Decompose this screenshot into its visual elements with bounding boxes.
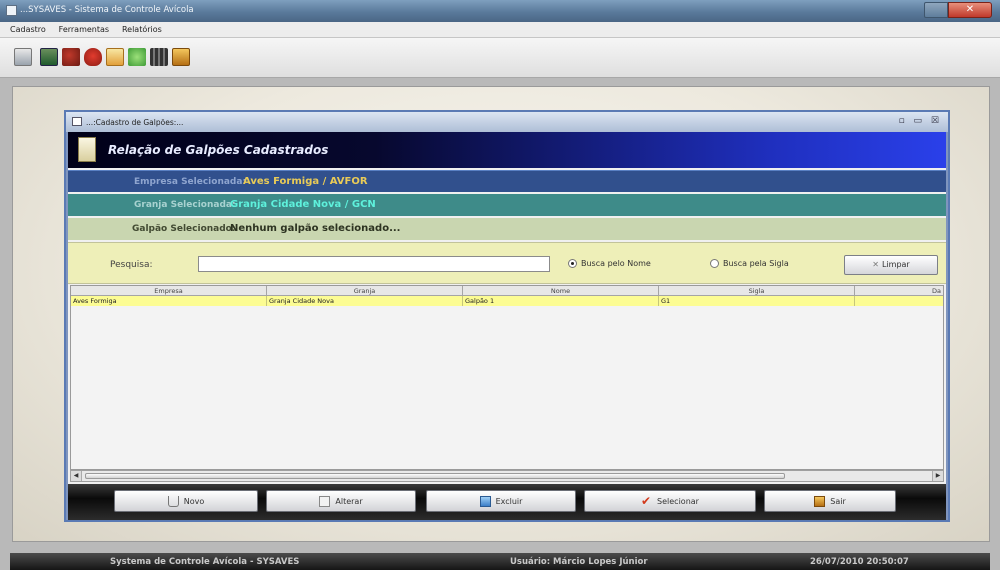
app-icon <box>6 5 17 16</box>
empresa-label: Empresa Selecionada: <box>134 177 247 187</box>
checkmark-icon: ✔ <box>641 493 652 508</box>
clear-button[interactable]: ✕ Limpar <box>844 255 938 275</box>
scroll-left-icon[interactable]: ◀ <box>71 471 82 481</box>
excluir-button[interactable]: Excluir <box>426 490 576 512</box>
window-controls: ✕ <box>924 2 996 20</box>
column-header[interactable]: Nome <box>463 286 659 296</box>
novo-button-label: Novo <box>183 496 205 506</box>
status-bar: Systema de Controle Avícola - SYSAVES Us… <box>10 553 990 570</box>
search-panel: Pesquisa: Busca pelo Nome Busca pela Sig… <box>68 242 946 284</box>
frame-icon <box>72 117 82 126</box>
toolbar <box>0 38 1000 78</box>
galpoes-table[interactable]: Empresa Granja Nome Sigla Da Aves Formig… <box>70 285 944 470</box>
horizontal-scrollbar[interactable]: ◀ ▶ <box>70 470 944 482</box>
frame-content: Relação de Galpões Cadastrados Empresa S… <box>68 132 946 520</box>
alterar-button[interactable]: Alterar <box>266 490 416 512</box>
internal-frame-titlebar[interactable]: ...:Cadastro de Galpões:... ▫ ▭ ☒ <box>66 112 948 132</box>
granja-label: Granja Selecionada: <box>134 200 236 210</box>
status-user: Usuário: Márcio Lopes Júnior <box>510 557 648 567</box>
sair-button-label: Sair <box>830 496 846 506</box>
close-button[interactable]: ✕ <box>948 2 992 18</box>
status-system: Systema de Controle Avícola - SYSAVES <box>110 557 300 567</box>
internal-frame-title: ...:Cadastro de Galpões:... <box>86 118 184 127</box>
empresa-row: Empresa Selecionada: Aves Formiga / AVFO… <box>68 170 946 192</box>
granja-row: Granja Selecionada: Granja Cidade Nova /… <box>68 194 946 216</box>
header-banner: Relação de Galpões Cadastrados <box>68 132 946 168</box>
menu-bar: Cadastro Ferramentas Relatórios <box>0 22 1000 38</box>
note-icon[interactable] <box>106 48 124 66</box>
status-datetime: 26/07/2010 20:50:07 <box>810 557 909 567</box>
edit-icon <box>319 495 331 507</box>
document-icon <box>78 137 96 162</box>
action-bar: Novo Alterar Excluir ✔ Selecionar Sair <box>68 484 946 520</box>
excluir-button-label: Excluir <box>495 496 523 506</box>
column-header[interactable]: Granja <box>267 286 463 296</box>
page-title: Relação de Galpões Cadastrados <box>108 143 329 157</box>
cart-icon <box>167 495 179 507</box>
menu-relatorios[interactable]: Relatórios <box>122 25 162 34</box>
alterar-button-label: Alterar <box>335 496 363 506</box>
galpao-label: Galpão Selecionado: <box>132 224 236 234</box>
empresa-value: Aves Formiga / AVFOR <box>243 176 368 187</box>
book-icon[interactable] <box>172 48 190 66</box>
galpao-row: Galpão Selecionado: Nenhum galpão seleci… <box>68 218 946 240</box>
radio-busca-sigla-label: Busca pela Sigla <box>723 259 789 268</box>
frame-window-controls[interactable]: ▫ ▭ ☒ <box>899 116 942 126</box>
table-header: Empresa Granja Nome Sigla Da <box>71 286 943 296</box>
galpao-value: Nenhum galpão selecionado... <box>230 223 401 234</box>
column-header[interactable]: Da <box>855 286 943 296</box>
sair-button[interactable]: Sair <box>764 490 896 512</box>
radio-busca-nome[interactable]: Busca pelo Nome <box>568 259 651 268</box>
radio-dot[interactable] <box>710 259 719 268</box>
computer-icon[interactable] <box>14 48 32 66</box>
heart-icon[interactable] <box>84 48 102 66</box>
menu-cadastro[interactable]: Cadastro <box>10 25 46 34</box>
novo-button[interactable]: Novo <box>114 490 258 512</box>
close-icon: ✕ <box>872 260 879 269</box>
radio-busca-nome-label: Busca pelo Nome <box>581 259 651 268</box>
minimize-button[interactable] <box>924 2 948 18</box>
table-row[interactable]: Aves Formiga Granja Cidade Nova Galpão 1… <box>71 296 943 306</box>
column-header[interactable]: Empresa <box>71 286 267 296</box>
clear-button-label: Limpar <box>881 260 910 269</box>
table-cell <box>855 296 943 306</box>
chicken-icon[interactable] <box>62 48 80 66</box>
menu-ferramentas[interactable]: Ferramentas <box>59 25 109 34</box>
radio-busca-sigla[interactable]: Busca pela Sigla <box>710 259 789 268</box>
chart-icon[interactable] <box>40 48 58 66</box>
exit-icon <box>814 495 826 507</box>
table-cell: Galpão 1 <box>463 296 659 306</box>
table-cell: Granja Cidade Nova <box>267 296 463 306</box>
scrollbar-thumb[interactable] <box>85 473 785 479</box>
selecionar-button[interactable]: ✔ Selecionar <box>584 490 756 512</box>
selecionar-button-label: Selecionar <box>657 496 699 506</box>
leaf-icon[interactable] <box>128 48 146 66</box>
window-title: ...SYSAVES - Sistema de Controle Avícola <box>20 5 194 15</box>
radio-dot-selected[interactable] <box>568 259 577 268</box>
search-input[interactable] <box>198 256 550 272</box>
table-cell: Aves Formiga <box>71 296 267 306</box>
window-titlebar[interactable]: ...SYSAVES - Sistema de Controle Avícola… <box>0 0 1000 22</box>
delete-icon <box>479 495 491 507</box>
granja-value: Granja Cidade Nova / GCN <box>230 199 376 210</box>
search-label: Pesquisa: <box>110 260 153 270</box>
column-header[interactable]: Sigla <box>659 286 855 296</box>
table-cell: G1 <box>659 296 855 306</box>
grid-icon[interactable] <box>150 48 168 66</box>
scroll-right-icon[interactable]: ▶ <box>932 471 943 481</box>
